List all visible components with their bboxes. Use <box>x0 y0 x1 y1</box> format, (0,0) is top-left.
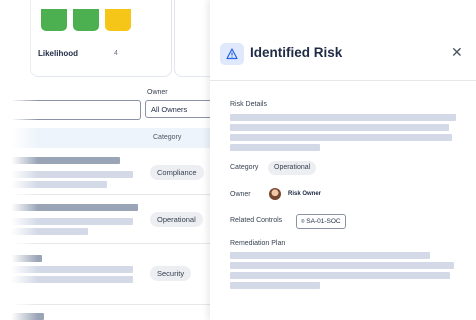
drawer-title: Identified Risk <box>250 45 343 60</box>
likelihood-label: Likelihood <box>38 49 78 58</box>
likelihood-pill-1 <box>41 9 67 31</box>
owner-label: Owner <box>230 191 251 198</box>
likelihood-card[interactable] <box>30 0 172 77</box>
likelihood-count: 4 <box>114 50 118 57</box>
risk-details-text-bar <box>230 134 452 141</box>
drawer-header: Identified Risk ✕ <box>210 0 476 81</box>
risk-details-text-bar <box>230 114 456 121</box>
risk-details-text-bar <box>230 124 449 131</box>
related-control-value: SA-01-SOC <box>306 218 341 225</box>
risk-details-label: Risk Details <box>230 101 267 108</box>
warning-icon-glyph <box>226 48 238 60</box>
related-controls-label: Related Controls <box>230 217 283 224</box>
category-tag: Operational <box>268 161 317 175</box>
category-tag: Security <box>150 266 192 281</box>
category-tag: Operational <box>150 212 203 227</box>
close-icon[interactable]: ✕ <box>451 44 463 61</box>
category-label: Category <box>230 164 259 171</box>
column-header-category[interactable]: Category <box>153 134 181 141</box>
avatar <box>269 188 281 200</box>
category-tag: Compliance <box>150 165 204 180</box>
left-edge-fade <box>0 0 38 320</box>
likelihood-pill-2 <box>73 9 99 31</box>
remediation-plan-label: Remediation Plan <box>230 240 286 247</box>
owner-filter-label: Owner <box>147 89 168 96</box>
owner-name[interactable]: Risk Owner <box>288 191 321 197</box>
remediation-text-bar <box>230 252 430 259</box>
remediation-text-bar <box>230 262 454 269</box>
owner-filter-select[interactable]: All Owners <box>145 100 215 118</box>
risk-details-text-bar <box>230 144 320 151</box>
likelihood-pill-3 <box>105 9 131 31</box>
related-control-chip[interactable]: ⌾ SA-01-SOC <box>296 214 346 229</box>
risk-detail-drawer: Identified Risk ✕ Risk Details Category … <box>210 0 476 320</box>
warning-icon <box>220 43 244 65</box>
remediation-text-bar <box>230 282 320 289</box>
remediation-text-bar <box>230 272 450 279</box>
